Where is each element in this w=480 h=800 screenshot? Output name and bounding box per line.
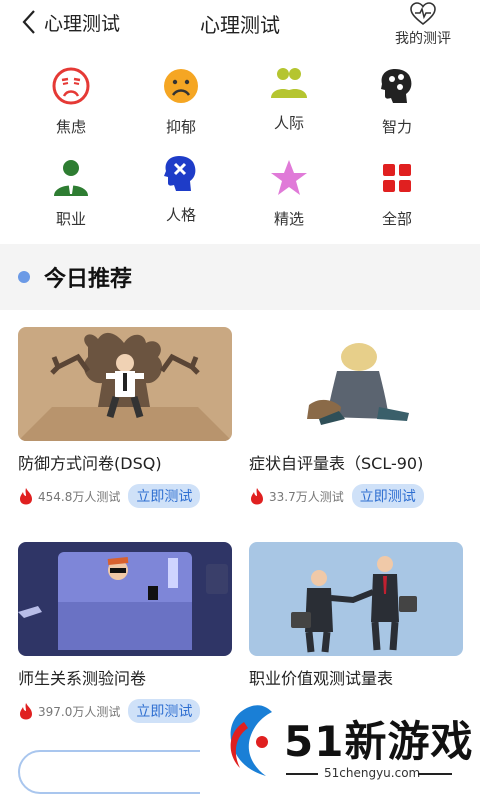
test-count: 33.7万人测试 bbox=[269, 489, 344, 504]
header: 心理测试 心理测试 我的测评 bbox=[0, 0, 480, 58]
category-featured[interactable]: 精选 bbox=[234, 158, 344, 229]
start-test-button[interactable]: 立即测试 bbox=[128, 484, 201, 508]
category-grid: 焦虑 抑郁 人际 智力 职业 人格 精选 全部 bbox=[0, 58, 480, 244]
section-dot bbox=[18, 271, 30, 283]
chevron-left-icon bbox=[22, 10, 35, 34]
category-depression[interactable]: 抑郁 bbox=[126, 66, 236, 137]
category-all[interactable]: 全部 bbox=[342, 158, 452, 229]
anxious-face-icon bbox=[52, 67, 90, 105]
watermark-logo bbox=[230, 705, 272, 776]
test-card[interactable]: 防御方式问卷(DSQ) 454.8万人测试 立即测试 bbox=[18, 327, 232, 508]
category-label: 人际 bbox=[273, 114, 304, 132]
category-career[interactable]: 职业 bbox=[16, 158, 126, 229]
category-label: 抑郁 bbox=[165, 118, 196, 136]
my-test-label: 我的测评 bbox=[395, 31, 451, 47]
watermark-url: 51chengyu.com bbox=[324, 766, 421, 780]
defense-illustration bbox=[18, 327, 232, 441]
start-test-button[interactable]: 立即测试 bbox=[128, 699, 201, 723]
card-title: 防御方式问卷(DSQ) bbox=[18, 454, 162, 473]
fire-icon bbox=[251, 488, 263, 505]
card-meta: 33.7万人测试 立即测试 bbox=[249, 484, 463, 508]
test-count: 397.0万人测试 bbox=[38, 704, 121, 719]
head-x-icon bbox=[164, 156, 196, 191]
section-header: 今日推荐 bbox=[0, 244, 480, 310]
grid-icon bbox=[383, 164, 411, 192]
bed-illustration bbox=[18, 542, 232, 656]
watermark-divider bbox=[286, 773, 318, 775]
test-card[interactable]: 职业价值观测试量表 bbox=[249, 542, 463, 689]
back-button[interactable]: 心理测试 bbox=[18, 6, 120, 38]
fire-icon bbox=[20, 488, 32, 505]
test-count: 454.8万人测试 bbox=[38, 489, 121, 504]
category-intelligence[interactable]: 智力 bbox=[342, 66, 452, 137]
back-label: 心理测试 bbox=[44, 12, 121, 35]
start-test-button[interactable]: 立即测试 bbox=[351, 484, 424, 508]
brain-head-icon bbox=[381, 69, 412, 103]
card-meta: 454.8万人测试 立即测试 bbox=[18, 484, 232, 508]
sad-face-icon bbox=[164, 69, 198, 103]
watermark-brand-num: 51 bbox=[284, 717, 345, 766]
star-icon bbox=[271, 160, 307, 195]
category-label: 职业 bbox=[55, 210, 86, 228]
watermark-divider bbox=[418, 773, 452, 775]
test-card[interactable]: 症状自评量表（SCL-90) 33.7万人测试 立即测试 bbox=[249, 327, 463, 508]
watermark: 51新游戏 51chengyu.com bbox=[200, 690, 480, 800]
section-title: 今日推荐 bbox=[44, 267, 133, 292]
card-title: 职业价值观测试量表 bbox=[249, 669, 394, 688]
heart-pulse-icon bbox=[410, 2, 436, 26]
category-label: 焦虑 bbox=[55, 118, 86, 136]
card-title: 症状自评量表（SCL-90) bbox=[249, 454, 424, 473]
category-label: 智力 bbox=[381, 118, 412, 136]
category-social[interactable]: 人际 bbox=[234, 62, 344, 133]
category-label: 人格 bbox=[165, 206, 196, 224]
category-anxiety[interactable]: 焦虑 bbox=[16, 66, 126, 137]
category-label: 全部 bbox=[381, 210, 412, 228]
fire-icon bbox=[20, 703, 32, 720]
watermark-brand: 51新游戏 bbox=[284, 708, 473, 769]
watermark-brand-text: 新游戏 bbox=[344, 717, 474, 766]
card-title: 师生关系测验问卷 bbox=[18, 669, 147, 688]
handshake-illustration bbox=[249, 542, 463, 656]
businessman-icon bbox=[54, 160, 88, 196]
people-icon bbox=[271, 68, 307, 98]
category-personality[interactable]: 人格 bbox=[126, 154, 236, 225]
sitting-person-illustration bbox=[249, 327, 463, 441]
category-label: 精选 bbox=[273, 210, 304, 228]
my-test-button[interactable]: 我的测评 bbox=[388, 0, 458, 50]
